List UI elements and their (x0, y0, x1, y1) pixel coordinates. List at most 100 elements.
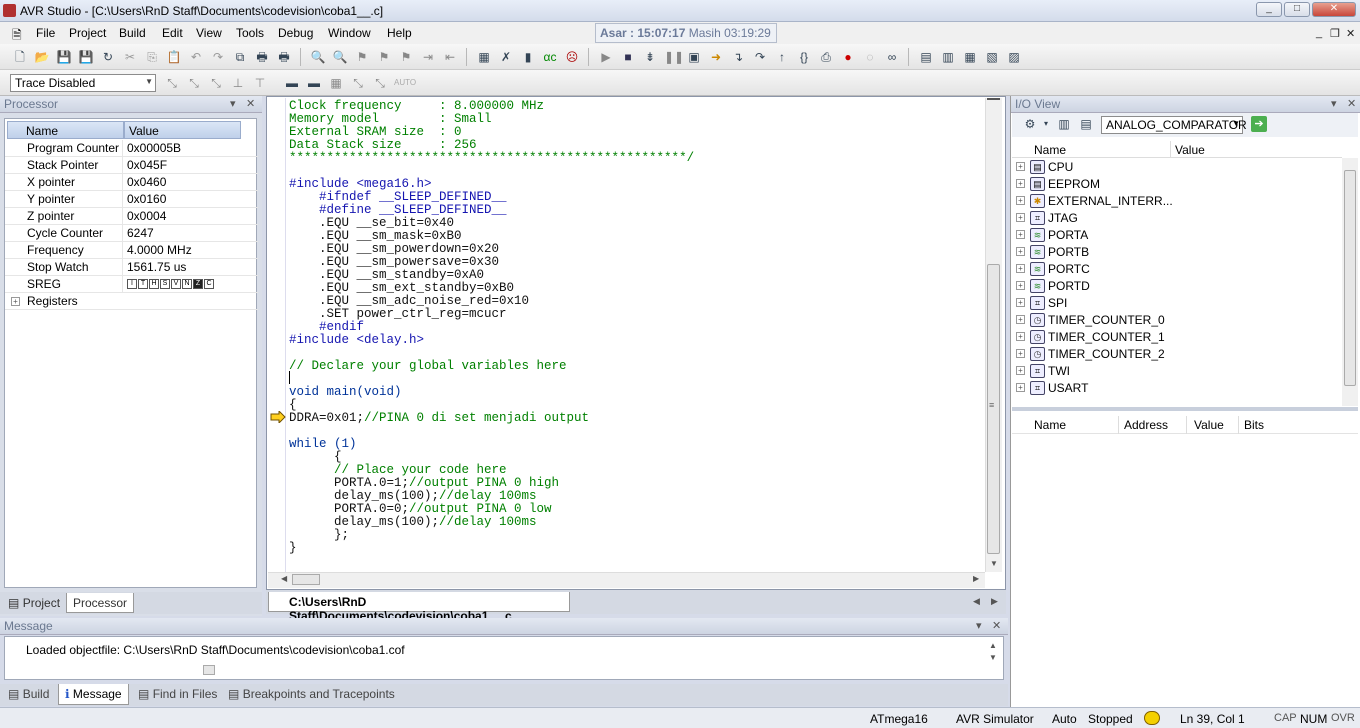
io-scroll-thumb[interactable] (1344, 170, 1356, 386)
table-row[interactable]: Cycle Counter 6247 (5, 225, 258, 242)
scroll-left-icon[interactable]: ◀ (281, 574, 287, 583)
menu-window[interactable]: Window (328, 26, 371, 40)
menu-edit[interactable]: Edit (162, 26, 183, 40)
step-out-icon[interactable]: ↑ (774, 49, 790, 65)
stop-debug-icon[interactable]: ■ (620, 49, 636, 65)
stack-icon[interactable]: ▦ (328, 75, 344, 91)
scroll-down-icon[interactable]: ▼ (990, 559, 998, 568)
compile-icon[interactable]: ✗ (498, 49, 514, 65)
io-splitter[interactable] (1012, 407, 1358, 411)
open-folder-icon[interactable]: 📂 (34, 49, 50, 65)
step-into-icon[interactable]: ↴ (730, 49, 746, 65)
registers-row[interactable]: + Registers (5, 293, 258, 310)
menu-view[interactable]: View (196, 26, 222, 40)
cmd-icon[interactable]: ▬ (284, 75, 300, 91)
minimize-button[interactable]: _ (1256, 2, 1282, 17)
table-row[interactable]: Stop Watch 1561.75 us (5, 259, 258, 276)
run-to-cursor-icon[interactable]: {} (796, 49, 812, 65)
scroll-down-icon[interactable]: ▼ (989, 653, 997, 662)
trace-mode-select[interactable]: Trace Disabled ▼ (10, 74, 156, 92)
editor-tab[interactable]: C:\Users\RnD Staff\Documents\codevision\… (268, 592, 570, 623)
scroll-right-icon[interactable]: ▶ (973, 574, 979, 583)
col-value-header[interactable]: Value (124, 121, 241, 139)
indent-icon[interactable]: ⇥ (420, 49, 436, 65)
panel-menu-icon[interactable]: ▾ (1331, 97, 1337, 110)
expand-icon[interactable]: + (1016, 264, 1025, 273)
alpha-icon[interactable]: αc (542, 49, 558, 65)
panel-close-icon[interactable]: ✕ (1347, 97, 1356, 110)
io-settings-icon[interactable]: ⚙ (1022, 116, 1038, 132)
maximize-button[interactable]: □ (1284, 2, 1310, 17)
expand-icon[interactable]: + (1016, 247, 1025, 256)
go-arrow-icon[interactable]: ➔ (1251, 116, 1267, 132)
detail-col-name[interactable]: Name (1034, 418, 1066, 432)
hscroll-thumb[interactable] (292, 574, 320, 585)
io-col-value[interactable]: Value (1175, 143, 1205, 157)
io-col-name[interactable]: Name (1034, 143, 1066, 157)
expand-icon[interactable]: + (1016, 196, 1025, 205)
expand-icon[interactable]: + (1016, 162, 1025, 171)
mdi-close-button[interactable]: ✕ (1346, 27, 1355, 40)
panel-close-icon[interactable]: ✕ (246, 97, 255, 110)
show-next-statement-icon[interactable]: ➜ (708, 49, 724, 65)
cut-icon[interactable]: ✂ (122, 49, 138, 65)
menu-tools[interactable]: Tools (236, 26, 264, 40)
hex-icon[interactable]: ▬ (306, 75, 322, 91)
bookmark-toggle-icon[interactable]: ⚑ (354, 49, 370, 65)
close-button[interactable]: ✕ (1312, 2, 1356, 17)
tab-processor[interactable]: Processor (66, 593, 135, 613)
expand-icon[interactable]: + (1016, 332, 1025, 341)
chip-icon[interactable]: ▮ (520, 49, 536, 65)
sreg-bit-z[interactable]: Z (193, 279, 203, 289)
mdi-minimize-button[interactable]: _ (1316, 27, 1322, 39)
tab-find-in-files[interactable]: ▤ Find in Files (132, 684, 223, 705)
sreg-bit-c[interactable]: C (204, 279, 214, 289)
clear-breakpoints-icon[interactable]: ◌ (862, 49, 878, 65)
auto-icon[interactable]: AUTO (394, 75, 416, 91)
tab-build[interactable]: ▤ Build (2, 684, 55, 705)
menu-project[interactable]: Project (69, 26, 106, 40)
sreg-bit-t[interactable]: T (138, 279, 148, 289)
table-row[interactable]: Frequency 4.0000 MHz (5, 242, 258, 259)
tab-message[interactable]: ℹ Message (58, 684, 129, 705)
bug-icon[interactable]: ☹ (564, 49, 580, 65)
expand-icon[interactable]: + (1016, 179, 1025, 188)
paste-icon[interactable]: 📋 (166, 49, 182, 65)
bookmark-prev-icon[interactable]: ⚑ (398, 49, 414, 65)
sreg-bit-h[interactable]: H (149, 279, 159, 289)
list-view-icon[interactable]: ▤ (1078, 116, 1094, 132)
detail-col-bits[interactable]: Bits (1244, 418, 1264, 432)
table-row[interactable]: Y pointer 0x0160 (5, 191, 258, 208)
menu-debug[interactable]: Debug (278, 26, 313, 40)
copy-icon[interactable]: ⎘ (144, 49, 160, 65)
tab-prev-icon[interactable]: ◀ (973, 596, 980, 607)
panel-menu-icon[interactable]: ▾ (230, 97, 236, 110)
panel-menu-icon[interactable]: ▾ (976, 619, 982, 632)
memory-view-icon[interactable]: ▤ (918, 49, 934, 65)
trace-step-icon[interactable]: ⤡ (164, 75, 180, 91)
trace-down-icon[interactable]: ⊥ (230, 75, 246, 91)
break-icon[interactable]: ❚❚ (664, 49, 684, 65)
find-icon[interactable]: 🔍 (310, 49, 326, 65)
scroll-up-icon[interactable]: ▲ (989, 641, 997, 650)
trace-up-icon[interactable]: ⊤ (252, 75, 268, 91)
detail-col-value[interactable]: Value (1194, 418, 1224, 432)
trace-filter-icon[interactable]: ⤡ (208, 75, 224, 91)
menu-file[interactable]: File (36, 26, 55, 40)
undo-icon[interactable]: ↶ (188, 49, 204, 65)
sreg-bit-n[interactable]: N (182, 279, 192, 289)
sreg-bit-i[interactable]: I (127, 279, 137, 289)
table-row[interactable]: Stack Pointer 0x045F (5, 157, 258, 174)
split-handle[interactable] (987, 98, 1000, 106)
print-preview-icon[interactable]: 🖶 (276, 49, 292, 65)
sreg-bit-s[interactable]: S (160, 279, 170, 289)
breakpoint-icon[interactable]: ● (840, 49, 856, 65)
debug-step-icon[interactable]: ⤡ (350, 75, 366, 91)
detail-col-address[interactable]: Address (1124, 418, 1168, 432)
bookmark-next-icon[interactable]: ⚑ (376, 49, 392, 65)
tab-next-icon[interactable]: ▶ (991, 596, 998, 607)
debug-break-icon[interactable]: ⤡ (372, 75, 388, 91)
table-row[interactable]: Program Counter 0x00005B (5, 140, 258, 157)
menu-help[interactable]: Help (387, 26, 412, 40)
find-in-files-icon[interactable]: 🔍 (332, 49, 348, 65)
